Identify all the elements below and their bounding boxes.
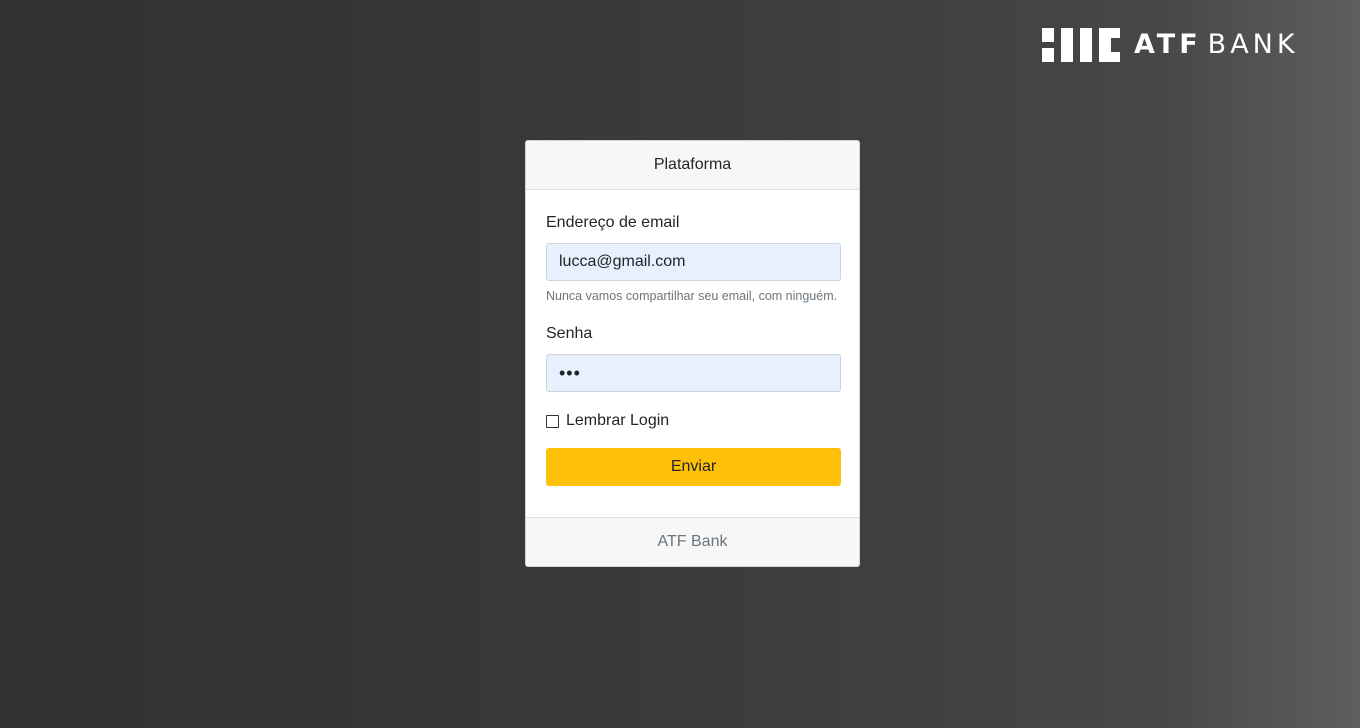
- remember-login-label[interactable]: Lembrar Login: [566, 412, 669, 430]
- atf-bank-logo-icon: [1042, 28, 1120, 62]
- password-group: Senha: [546, 325, 841, 392]
- remember-login-checkbox[interactable]: [546, 414, 559, 428]
- card-header: Plataforma: [526, 141, 859, 190]
- login-card: Plataforma Endereço de email Nunca vamos…: [525, 140, 860, 567]
- brand-wordmark: ATF BANK: [1134, 29, 1299, 61]
- email-label: Endereço de email: [546, 214, 680, 231]
- card-footer-text: ATF Bank: [657, 533, 728, 550]
- brand-atf-text: ATF: [1134, 29, 1202, 60]
- login-form: Endereço de email Nunca vamos compartilh…: [526, 190, 859, 521]
- password-input[interactable]: [546, 354, 841, 392]
- brand-bank-text: BANK: [1207, 29, 1299, 60]
- remember-login-row: Lembrar Login: [546, 412, 839, 430]
- email-input[interactable]: [546, 243, 841, 281]
- card-header-title: Plataforma: [653, 156, 732, 173]
- card-footer: ATF Bank: [526, 517, 859, 566]
- brand-logo: ATF BANK: [1042, 28, 1299, 62]
- email-group: Endereço de email Nunca vamos compartilh…: [546, 214, 841, 304]
- submit-button[interactable]: Enviar: [546, 448, 841, 486]
- email-help-text: Nunca vamos compartilhar seu email, com …: [546, 289, 838, 303]
- password-label: Senha: [546, 325, 593, 342]
